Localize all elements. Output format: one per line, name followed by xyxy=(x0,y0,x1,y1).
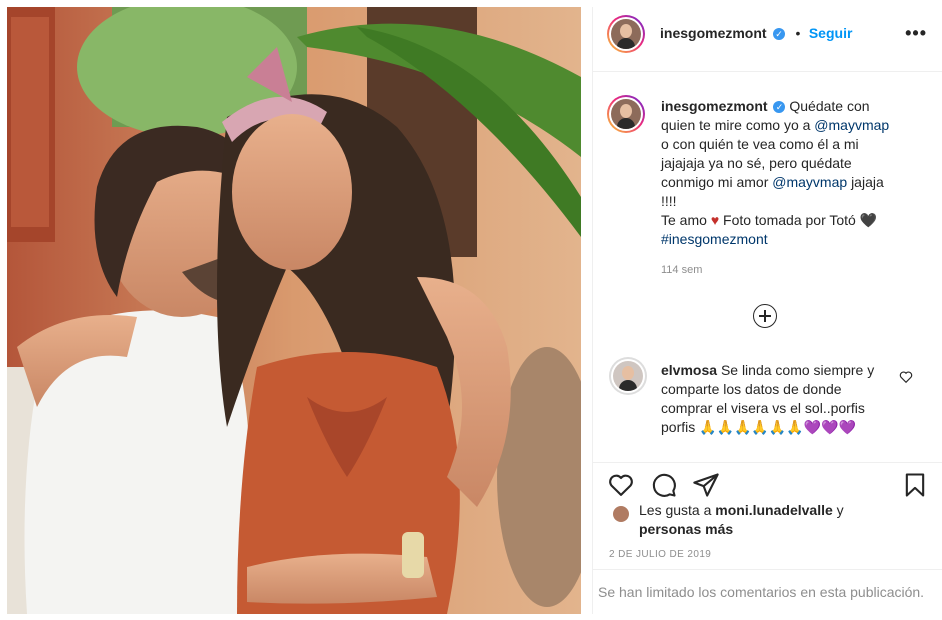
likes-and: y xyxy=(836,502,844,518)
comments-limited-notice: Se han limitado los comentarios en esta … xyxy=(593,569,942,614)
mention-link[interactable]: @mayvmap xyxy=(772,174,847,190)
author-avatar[interactable] xyxy=(607,15,645,53)
likes-summary: Les gusta a moni.lunadelvalle y personas… xyxy=(639,501,919,539)
liker-avatar[interactable] xyxy=(613,506,629,522)
bookmark-icon[interactable] xyxy=(901,471,929,499)
comment-like-icon[interactable] xyxy=(899,370,913,384)
verified-badge-icon: ✓ xyxy=(773,101,786,114)
caption: inesgomezmont ✓ Quédate con quien te mir… xyxy=(661,97,895,280)
heart-outline-icon[interactable] xyxy=(607,471,635,499)
post-photo[interactable] xyxy=(7,7,581,614)
comment-username[interactable]: elvmosa xyxy=(661,362,717,378)
separator-dot: • xyxy=(795,25,801,41)
caption-username[interactable]: inesgomezmont xyxy=(661,98,768,114)
likes-others-link[interactable]: personas más xyxy=(639,521,733,537)
plus-circle-icon[interactable] xyxy=(753,304,777,328)
caption-text: Foto tomada por Totó 🖤 xyxy=(723,212,878,228)
caption-timestamp[interactable]: 114 sem xyxy=(661,261,895,280)
caption-text: Te amo xyxy=(661,212,707,228)
author-username[interactable]: inesgomezmont xyxy=(660,25,767,41)
comment-emoji: 🙏🙏🙏🙏🙏🙏 xyxy=(699,419,804,435)
comment: elvmosa Se linda como siempre y comparte… xyxy=(661,361,891,437)
post-date[interactable]: 2 DE JULIO DE 2019 xyxy=(609,549,711,560)
post-header: inesgomezmont ✓ • Seguir ••• xyxy=(593,7,942,72)
likes-prefix: Les gusta a xyxy=(639,502,712,518)
mention-link[interactable]: @mayvmap xyxy=(814,117,889,133)
comment-icon[interactable] xyxy=(650,471,678,499)
post-sidebar: inesgomezmont ✓ • Seguir ••• inesgomezmo… xyxy=(592,7,942,614)
couple-photo xyxy=(7,7,581,614)
red-heart-icon: ♥ xyxy=(710,212,720,228)
purple-hearts: 💜💜💜 xyxy=(803,419,857,435)
caption-author-avatar[interactable] xyxy=(607,95,645,133)
liker-username[interactable]: moni.lunadelvalle xyxy=(715,502,832,518)
send-icon[interactable] xyxy=(692,471,720,499)
hashtag-link[interactable]: #inesgomezmont xyxy=(661,231,768,247)
more-options-icon[interactable]: ••• xyxy=(905,23,927,44)
verified-badge-icon: ✓ xyxy=(773,27,786,40)
follow-button[interactable]: Seguir xyxy=(809,25,853,41)
commenter-avatar[interactable] xyxy=(609,357,647,395)
